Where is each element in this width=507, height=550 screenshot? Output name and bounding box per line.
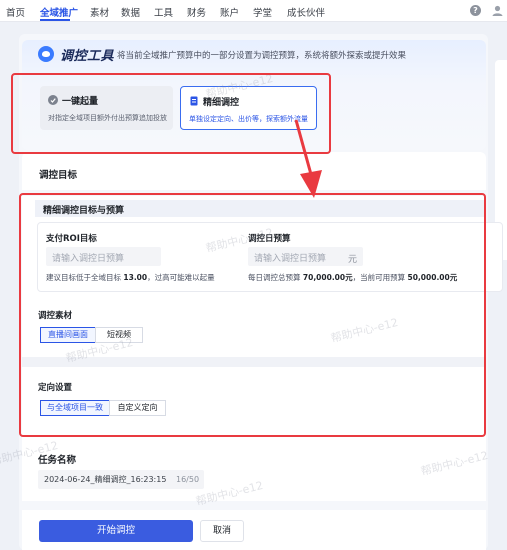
cancel-button[interactable]: 取消 [200,520,244,542]
target-section-label: 调控目标 [39,170,78,181]
target-section [22,152,486,190]
nav-item-finance[interactable]: 财务 [187,5,206,19]
help-icon[interactable]: ? [470,5,481,16]
nav-item-home[interactable]: 首页 [6,5,25,19]
annotation-box-budget [19,193,486,437]
nav-active-indicator [40,19,70,21]
nav-item-academy[interactable]: 学堂 [253,5,272,19]
nav-item-data[interactable]: 数据 [121,5,140,19]
top-nav: 首页 全域推广 素材 数据 工具 财务 账户 学堂 成长伙伴 ? [0,0,507,22]
start-button[interactable]: 开始调控 [39,520,193,542]
user-icon[interactable] [491,4,504,17]
nav-item-promotion[interactable]: 全域推广 [40,5,78,19]
nav-item-account[interactable]: 账户 [220,5,239,19]
annotation-arrow-icon [294,119,322,198]
nav-item-tools[interactable]: 工具 [154,5,173,19]
tool-description: 将当前全域推广预算中的一部分设置为调控预算，系统将额外探索或提升效果 [117,51,407,61]
tool-logo-icon [38,46,54,62]
annotation-box-mode [11,73,331,154]
nav-item-partners[interactable]: 成长伙伴 [287,5,325,19]
tool-title: 调控工具 [60,49,115,64]
task-name-count: 16/50 [176,475,200,484]
nav-item-material[interactable]: 素材 [90,5,109,19]
